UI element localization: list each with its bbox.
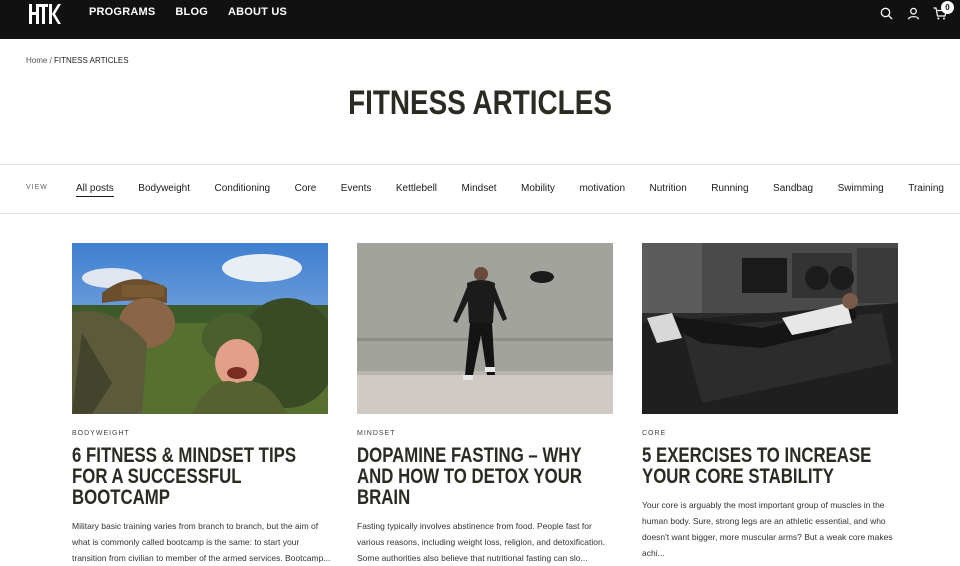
filter-running[interactable]: Running <box>711 183 748 197</box>
breadcrumb: Home / FITNESS ARTICLES <box>26 56 129 65</box>
nav-programs[interactable]: PROGRAMS <box>89 6 155 18</box>
cart-icon[interactable]: 0 <box>932 1 954 21</box>
article-excerpt: Your core is arguably the most important… <box>642 500 893 558</box>
site-logo[interactable] <box>28 2 62 26</box>
article-card[interactable]: MINDSET DOPAMINE FASTING – WHY AND HOW T… <box>357 243 613 566</box>
filter-events[interactable]: Events <box>341 183 372 197</box>
filter-core[interactable]: Core <box>295 183 317 197</box>
breadcrumb-separator: / <box>49 56 52 65</box>
filter-training[interactable]: Training <box>908 183 944 197</box>
breadcrumb-home[interactable]: Home <box>26 56 47 65</box>
filter-label: VIEW <box>26 184 48 191</box>
article-title[interactable]: 5 EXERCISES TO INCREASE YOUR CORE STABIL… <box>642 445 898 487</box>
site-header: PROGRAMS BLOG ABOUT US 0 <box>0 0 960 39</box>
filter-conditioning[interactable]: Conditioning <box>215 183 271 197</box>
filter-mobility[interactable]: Mobility <box>521 183 555 197</box>
article-excerpt: Fasting typically involves abstinence fr… <box>357 521 606 563</box>
filter-nutrition[interactable]: Nutrition <box>650 183 687 197</box>
filter-mindset[interactable]: Mindset <box>462 183 497 197</box>
htk-logo-icon <box>29 4 61 24</box>
filter-swimming[interactable]: Swimming <box>838 183 884 197</box>
page-title: FITNESS ARTICLES <box>348 84 612 122</box>
article-title[interactable]: 6 FITNESS & MINDSET TIPS FOR A SUCCESSFU… <box>72 445 328 508</box>
article-title[interactable]: DOPAMINE FASTING – WHY AND HOW TO DETOX … <box>357 445 613 508</box>
filter-bodyweight[interactable]: Bodyweight <box>138 183 190 197</box>
filter-kettlebell[interactable]: Kettlebell <box>396 183 437 197</box>
article-image-core-stability[interactable] <box>642 243 898 414</box>
filter-sandbag[interactable]: Sandbag <box>773 183 813 197</box>
filter-motivation[interactable]: motivation <box>579 183 625 197</box>
article-card[interactable]: BODYWEIGHT 6 FITNESS & MINDSET TIPS FOR … <box>72 243 330 566</box>
main-nav: PROGRAMS BLOG ABOUT US <box>89 6 307 18</box>
article-category[interactable]: MINDSET <box>357 430 613 437</box>
header-icons: 0 <box>878 1 954 21</box>
article-image-bootcamp[interactable] <box>72 243 328 414</box>
article-category[interactable]: BODYWEIGHT <box>72 430 328 437</box>
filter-list: All posts Bodyweight Conditioning Core E… <box>76 183 960 197</box>
filter-all-posts[interactable]: All posts <box>76 183 114 197</box>
category-filter-bar: VIEW All posts Bodyweight Conditioning C… <box>0 164 960 214</box>
breadcrumb-current: FITNESS ARTICLES <box>54 56 129 65</box>
nav-blog[interactable]: BLOG <box>175 6 208 18</box>
article-category[interactable]: CORE <box>642 430 898 437</box>
article-card[interactable]: CORE 5 EXERCISES TO INCREASE YOUR CORE S… <box>642 243 898 561</box>
cart-count-badge: 0 <box>941 1 954 14</box>
search-icon[interactable] <box>878 5 894 21</box>
article-excerpt: Military basic training varies from bran… <box>72 521 331 563</box>
account-icon[interactable] <box>905 5 921 21</box>
nav-about-us[interactable]: ABOUT US <box>228 6 287 18</box>
article-image-dopamine[interactable] <box>357 243 613 414</box>
